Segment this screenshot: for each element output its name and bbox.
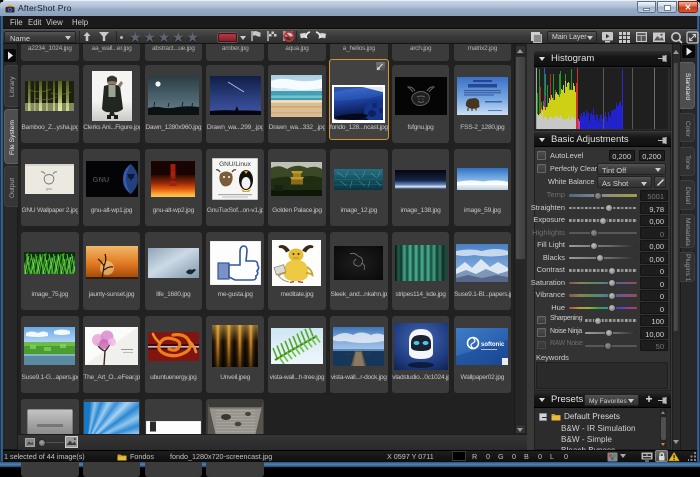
svg-text:softonic: softonic: [481, 342, 505, 348]
svg-text:聚: 聚: [171, 171, 177, 178]
svg-text:大: 大: [171, 164, 177, 172]
svg-text:GNU/Linux: GNU/Linux: [219, 161, 252, 168]
svg-text:GNU: GNU: [92, 175, 109, 184]
svg-text:gnu: gnu: [46, 186, 53, 191]
